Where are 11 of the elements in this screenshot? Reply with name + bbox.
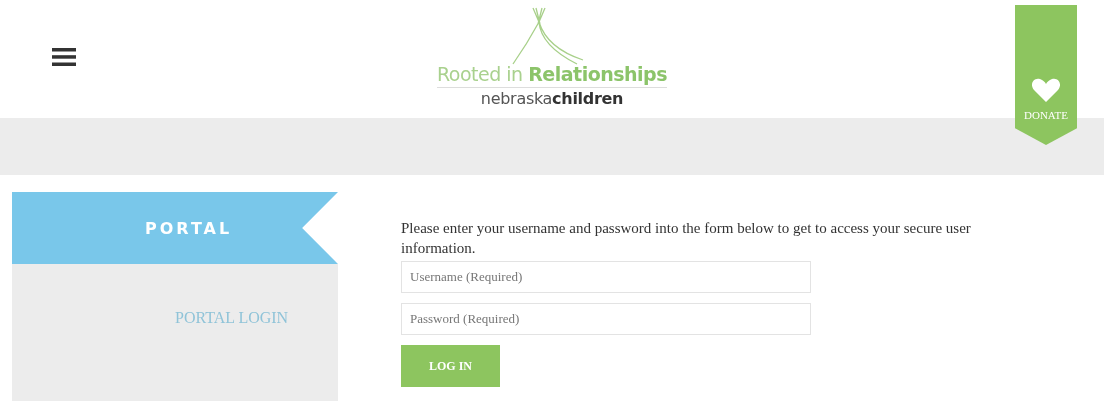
username-field[interactable]: Username (Required)	[401, 261, 811, 293]
logo-name: nebraskachildren	[480, 89, 624, 108]
intro-text: Please enter your username and password into the form below to get to access your secure user information.	[401, 219, 972, 258]
logo-tagline: Rooted in Relationships	[437, 63, 667, 88]
portal-login-link[interactable]: PORTAL LOGIN	[175, 309, 289, 326]
menu-icon[interactable]	[52, 47, 76, 67]
heart-icon	[1031, 77, 1061, 103]
donate-button[interactable]: DONATE	[1015, 5, 1077, 145]
password-field[interactable]: Password (Required)	[401, 303, 811, 335]
sidebar-title: PORTAL	[12, 192, 338, 264]
login-button[interactable]: LOG IN	[401, 345, 500, 387]
